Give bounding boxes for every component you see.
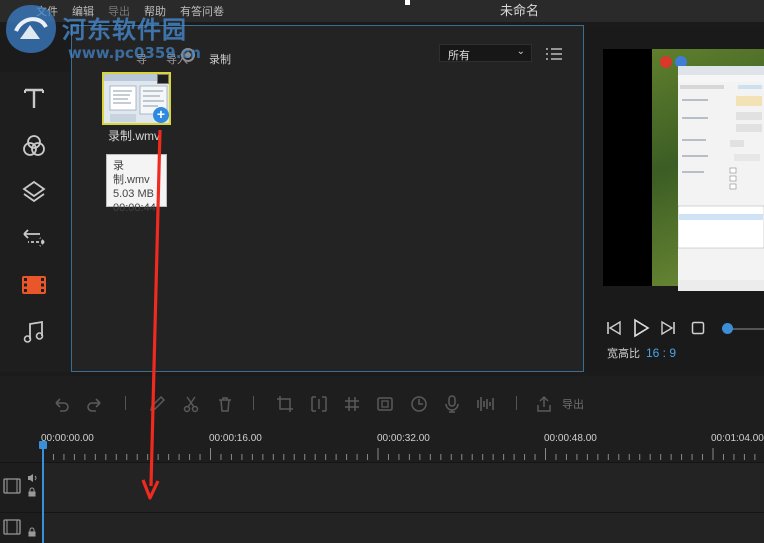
tooltip-duration: 00:00:44: [113, 202, 156, 214]
cut-icon[interactable]: [182, 395, 200, 413]
duration-clock-icon[interactable]: [410, 395, 428, 413]
play-icon[interactable]: [631, 318, 651, 338]
video-track[interactable]: [0, 462, 764, 512]
overlay-icon: [22, 180, 46, 203]
preview-panel: 宽高比 16 : 9: [587, 27, 764, 372]
media-icon: [22, 276, 46, 294]
aspect-ratio-label: 宽高比: [607, 348, 640, 360]
rail-text[interactable]: [14, 80, 54, 116]
ruler-tick-label: 00:00:32.00: [377, 433, 430, 444]
freeze-frame-icon[interactable]: [376, 395, 394, 413]
tooltip-size: 5.03 MB: [113, 188, 154, 200]
stop-icon[interactable]: [691, 321, 705, 335]
ruler-tick-label: 00:00:48.00: [544, 433, 597, 444]
toolbar-divider: [253, 396, 254, 410]
crop-icon[interactable]: [276, 395, 294, 413]
title-bar: 文件 编辑 导出 帮助 有答问卷 未命名: [0, 0, 764, 22]
text-icon: [24, 88, 44, 108]
menu-feedback[interactable]: 有答问卷: [180, 3, 224, 19]
ruler-tick-label: 00:00:16.00: [209, 433, 262, 444]
media-header: 导 导入 录制 所有 ⌄: [72, 26, 583, 72]
playhead[interactable]: [42, 444, 44, 543]
preview-app-window: [677, 66, 764, 291]
filter-icon: [23, 135, 45, 156]
mosaic-icon[interactable]: [343, 395, 361, 413]
speaker-icon[interactable]: [27, 473, 38, 483]
menu-export[interactable]: 导出: [108, 3, 130, 19]
split-icon[interactable]: [310, 395, 328, 413]
redo-icon[interactable]: [86, 395, 104, 413]
ruler-tick-label: 00:01:04.00: [711, 433, 764, 444]
filter-select-value: 所有: [448, 50, 470, 62]
timeline-toolbar: 导出: [0, 376, 764, 428]
timeline-ruler[interactable]: 00:00:00.00 00:00:16.00 00:00:32.00 00:0…: [0, 428, 764, 462]
lock-icon[interactable]: [27, 527, 37, 537]
edit-pencil-icon[interactable]: [148, 395, 166, 413]
tool-rail: [0, 72, 71, 372]
overlay-track-header: [0, 513, 43, 543]
rail-transition[interactable]: [14, 220, 54, 256]
list-view-icon[interactable]: [546, 47, 562, 61]
rail-overlay[interactable]: [14, 174, 54, 210]
tab-import-label[interactable]: 导: [136, 51, 147, 67]
rail-media[interactable]: [14, 267, 54, 303]
audio-wave-icon[interactable]: [473, 395, 497, 413]
music-icon: [23, 320, 44, 343]
rail-filter[interactable]: [14, 128, 54, 164]
lock-icon[interactable]: [27, 487, 37, 497]
delete-icon[interactable]: [216, 395, 234, 413]
title-marker: [405, 0, 410, 5]
voiceover-mic-icon[interactable]: [443, 395, 461, 413]
thumbnail-badge-icon: [157, 74, 169, 84]
menu-file[interactable]: 文件: [36, 3, 58, 19]
transition-icon: [23, 229, 45, 247]
video-track-header: [0, 463, 43, 512]
add-to-timeline-icon[interactable]: +: [153, 107, 169, 123]
toolbar-divider: [125, 396, 126, 410]
chevron-down-icon: ⌄: [516, 46, 525, 57]
record-icon[interactable]: [181, 48, 195, 62]
window-title: 未命名: [500, 3, 540, 18]
menu-edit[interactable]: 编辑: [72, 3, 94, 19]
volume-slider-handle[interactable]: [722, 323, 733, 334]
undo-icon[interactable]: [52, 395, 70, 413]
rail-music[interactable]: [14, 314, 54, 350]
previous-frame-icon[interactable]: [605, 319, 623, 337]
overlay-track[interactable]: [0, 512, 764, 543]
aspect-ratio-value[interactable]: 16 : 9: [646, 346, 676, 360]
preview-video[interactable]: [603, 49, 764, 291]
tab-record[interactable]: 录制: [209, 51, 231, 67]
playback-controls: [605, 318, 764, 339]
ruler-ticks: [42, 448, 756, 460]
media-info-tooltip: 录制.wmv 5.03 MB 00:00:44: [106, 154, 167, 214]
menu-help[interactable]: 帮助: [144, 3, 166, 19]
aspect-ratio: 宽高比 16 : 9: [607, 345, 676, 361]
filter-select[interactable]: 所有 ⌄: [439, 44, 532, 62]
next-frame-icon[interactable]: [659, 319, 677, 337]
video-track-icon: [3, 478, 21, 494]
preview-window-content: [677, 66, 764, 291]
export-icon[interactable]: [535, 395, 553, 413]
toolbar-divider: [516, 396, 517, 410]
media-item-name: 录制.wmv: [108, 129, 160, 143]
export-button-label[interactable]: 导出: [562, 396, 584, 412]
overlay-track-icon: [3, 519, 21, 535]
menu-bar: 文件 编辑 导出 帮助 有答问卷: [36, 3, 224, 19]
media-library-panel: 导 导入 录制 所有 ⌄ + 录制.wmv 录制.wmv 5.03 MB 00:…: [71, 25, 584, 372]
tooltip-name: 录制.wmv: [113, 160, 150, 186]
ruler-tick-label: 00:00:00.00: [41, 433, 94, 444]
